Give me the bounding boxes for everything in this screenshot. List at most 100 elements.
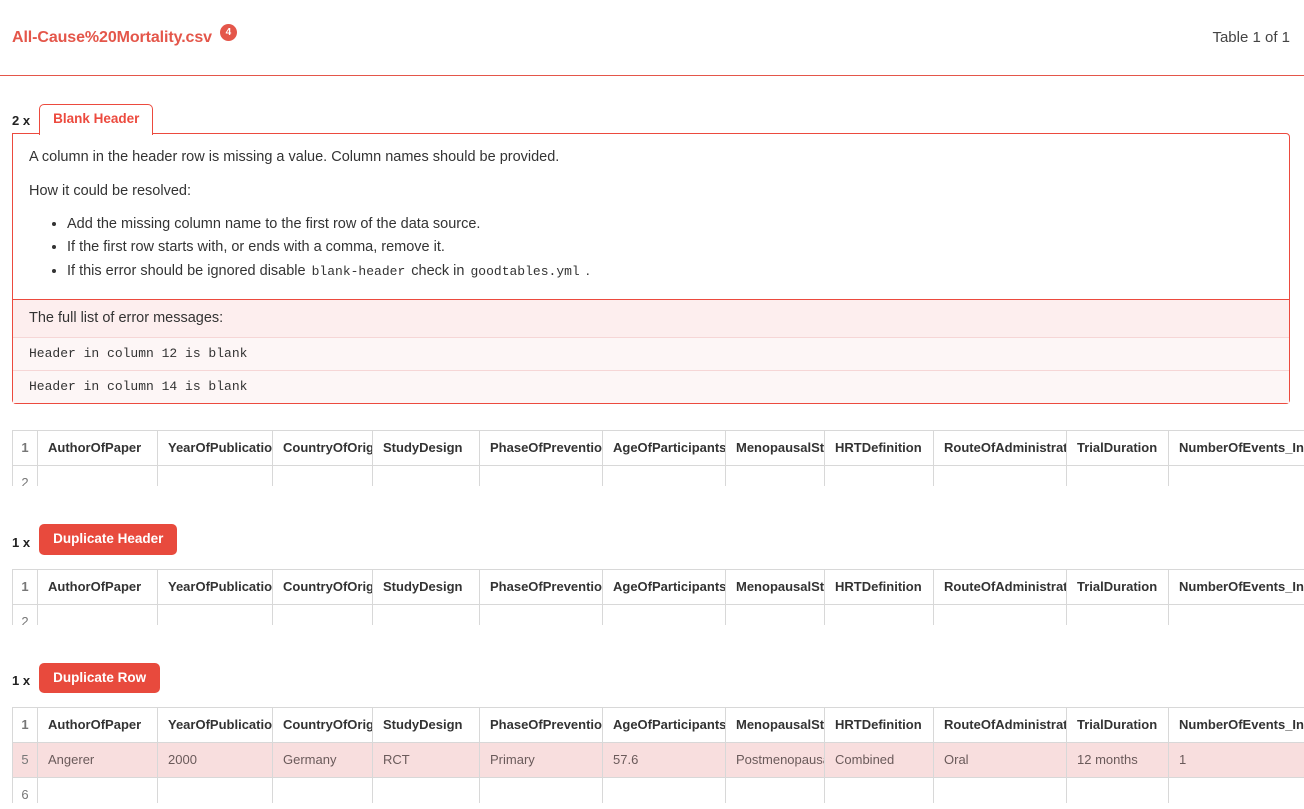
column-header-ageofparticipants[interactable]: AgeOfParticipants <box>602 568 726 605</box>
table-cell <box>1066 603 1169 625</box>
data-table-viewport[interactable]: 1 AuthorOfPaper YearOfPublication Countr… <box>12 568 1304 625</box>
column-header-countryoforigin[interactable]: CountryOfOrigin <box>272 430 373 467</box>
column-header-menopausalstatus[interactable]: MenopausalStatus <box>725 707 825 744</box>
list-item: If this error should be ignored disable … <box>67 260 1273 283</box>
table-cell <box>157 777 273 804</box>
table-cell <box>725 603 825 625</box>
table-cell <box>479 777 603 804</box>
table-cell <box>272 465 373 487</box>
column-header-ageofparticipants[interactable]: AgeOfParticipants <box>602 707 726 744</box>
table-cell <box>37 603 158 625</box>
table-cell <box>157 465 273 487</box>
table-cell <box>602 465 726 487</box>
data-table-viewport[interactable]: 1 AuthorOfPaper YearOfPublication Countr… <box>12 430 1304 487</box>
table-cell: 57.6 <box>602 742 726 779</box>
group-toggle-blank-header[interactable]: Blank Header <box>39 104 154 135</box>
resolution-text: If the first row starts with, or ends wi… <box>67 239 445 256</box>
row-number-cell: 5 <box>12 742 38 779</box>
table-cell <box>933 777 1067 804</box>
column-header-hrtdefinition[interactable]: HRTDefinition <box>824 568 934 605</box>
column-header-studydesign[interactable]: StudyDesign <box>372 707 480 744</box>
table-cell <box>479 603 603 625</box>
error-list-label: The full list of error messages: <box>13 299 1289 338</box>
column-header-countryoforigin[interactable]: CountryOfOrigin <box>272 707 373 744</box>
column-header-authorofpaper[interactable]: AuthorOfPaper <box>37 430 158 467</box>
page-header: All-Cause%20Mortality.csv 4 Table 1 of 1 <box>0 0 1304 76</box>
group-header: 1 x Duplicate Header <box>12 524 1292 555</box>
column-header-ageofparticipants[interactable]: AgeOfParticipants <box>602 430 726 467</box>
data-table-viewport[interactable]: 1 AuthorOfPaper YearOfPublication Countr… <box>12 707 1304 804</box>
table-cell <box>602 777 726 804</box>
table-cell: RCT <box>372 742 480 779</box>
table-header-row: 1 AuthorOfPaper YearOfPublication Countr… <box>12 568 1304 605</box>
table-cell <box>1066 465 1169 487</box>
code-blank-header: blank-header <box>311 263 406 279</box>
error-count-badge: 4 <box>219 24 237 41</box>
resolution-label: How it could be resolved: <box>29 182 191 199</box>
column-header-yearofpublication[interactable]: YearOfPublication <box>157 430 273 467</box>
column-header-hrtdefinition[interactable]: HRTDefinition <box>824 430 934 467</box>
report-content: 2 x Blank Header A column in the header … <box>0 104 1304 804</box>
group-toggle-duplicate-row[interactable]: Duplicate Row <box>39 662 161 694</box>
column-header-hrtdefinition[interactable]: HRTDefinition <box>824 707 934 744</box>
table-cell <box>372 465 480 487</box>
column-header-trialduration[interactable]: TrialDuration <box>1066 707 1169 744</box>
column-header-trialduration[interactable]: TrialDuration <box>1066 430 1169 467</box>
page-title[interactable]: All-Cause%20Mortality.csv <box>12 29 212 47</box>
code-goodtables-yml: goodtables.yml <box>470 263 580 279</box>
column-header-authorofpaper[interactable]: AuthorOfPaper <box>37 707 158 744</box>
table-cell <box>725 465 825 487</box>
column-header-trialduration[interactable]: TrialDuration <box>1066 568 1169 605</box>
table-cell <box>479 465 603 487</box>
data-table: 1 AuthorOfPaper YearOfPublication Countr… <box>12 568 1304 625</box>
table-cell <box>1066 777 1169 804</box>
column-header-menopausalstatus[interactable]: MenopausalStatus <box>725 568 825 605</box>
table-row: 2 <box>12 465 1304 487</box>
table-cell: Oral <box>933 742 1067 779</box>
column-header-authorofpaper[interactable]: AuthorOfPaper <box>37 568 158 605</box>
column-header-phaseofprevention[interactable]: PhaseOfPrevention <box>479 707 603 744</box>
column-header-yearofpublication[interactable]: YearOfPublication <box>157 707 273 744</box>
row-number-cell: 2 <box>12 465 38 487</box>
column-header-studydesign[interactable]: StudyDesign <box>372 568 480 605</box>
table-counter: Table 1 of 1 <box>1212 29 1290 46</box>
column-header-numberofevents[interactable]: NumberOfEvents_Inte <box>1168 430 1304 467</box>
table-cell <box>824 603 934 625</box>
table-cell <box>37 465 158 487</box>
column-header-numberofevents[interactable]: NumberOfEvents_Inte <box>1168 568 1304 605</box>
resolution-text-mid: check in <box>407 262 469 279</box>
table-cell: Primary <box>479 742 603 779</box>
table-cell <box>372 777 480 804</box>
table-header-row: 1 AuthorOfPaper YearOfPublication Countr… <box>12 707 1304 744</box>
table-cell <box>1168 603 1304 625</box>
report-page: All-Cause%20Mortality.csv 4 Table 1 of 1… <box>0 0 1304 809</box>
data-table: 1 AuthorOfPaper YearOfPublication Countr… <box>12 430 1304 487</box>
table-cell <box>933 465 1067 487</box>
error-group-duplicate-row: 1 x Duplicate Row 1 AuthorOfPaper YearOf… <box>12 662 1304 804</box>
table-cell <box>37 777 158 804</box>
table-cell <box>272 777 373 804</box>
column-header-numberofevents[interactable]: NumberOfEvents_Inte <box>1168 707 1304 744</box>
group-occurrence-count: 1 x <box>12 534 31 550</box>
column-header-routeofadministration[interactable]: RouteOfAdministration <box>933 707 1067 744</box>
table-cell: 12 months <box>1066 742 1169 779</box>
table-cell: Combined <box>824 742 934 779</box>
group-occurrence-count: 2 x <box>12 113 31 129</box>
group-toggle-duplicate-header[interactable]: Duplicate Header <box>39 524 178 555</box>
row-number-header: 1 <box>12 568 38 605</box>
column-header-phaseofprevention[interactable]: PhaseOfPrevention <box>479 568 603 605</box>
column-header-routeofadministration[interactable]: RouteOfAdministration <box>933 430 1067 467</box>
row-number-cell: 2 <box>12 603 38 625</box>
column-header-yearofpublication[interactable]: YearOfPublication <box>157 568 273 605</box>
error-description: A column in the header row is missing a … <box>29 149 560 166</box>
column-header-studydesign[interactable]: StudyDesign <box>372 430 480 467</box>
table-cell <box>725 777 825 804</box>
column-header-menopausalstatus[interactable]: MenopausalStatus <box>725 430 825 467</box>
table-cell: Postmenopausal <box>725 742 825 779</box>
column-header-routeofadministration[interactable]: RouteOfAdministration <box>933 568 1067 605</box>
table-header-row: 1 AuthorOfPaper YearOfPublication Countr… <box>12 430 1304 467</box>
column-header-phaseofprevention[interactable]: PhaseOfPrevention <box>479 430 603 467</box>
column-header-countryoforigin[interactable]: CountryOfOrigin <box>272 568 373 605</box>
group-detail-body: A column in the header row is missing a … <box>13 134 1289 299</box>
table-cell <box>602 603 726 625</box>
